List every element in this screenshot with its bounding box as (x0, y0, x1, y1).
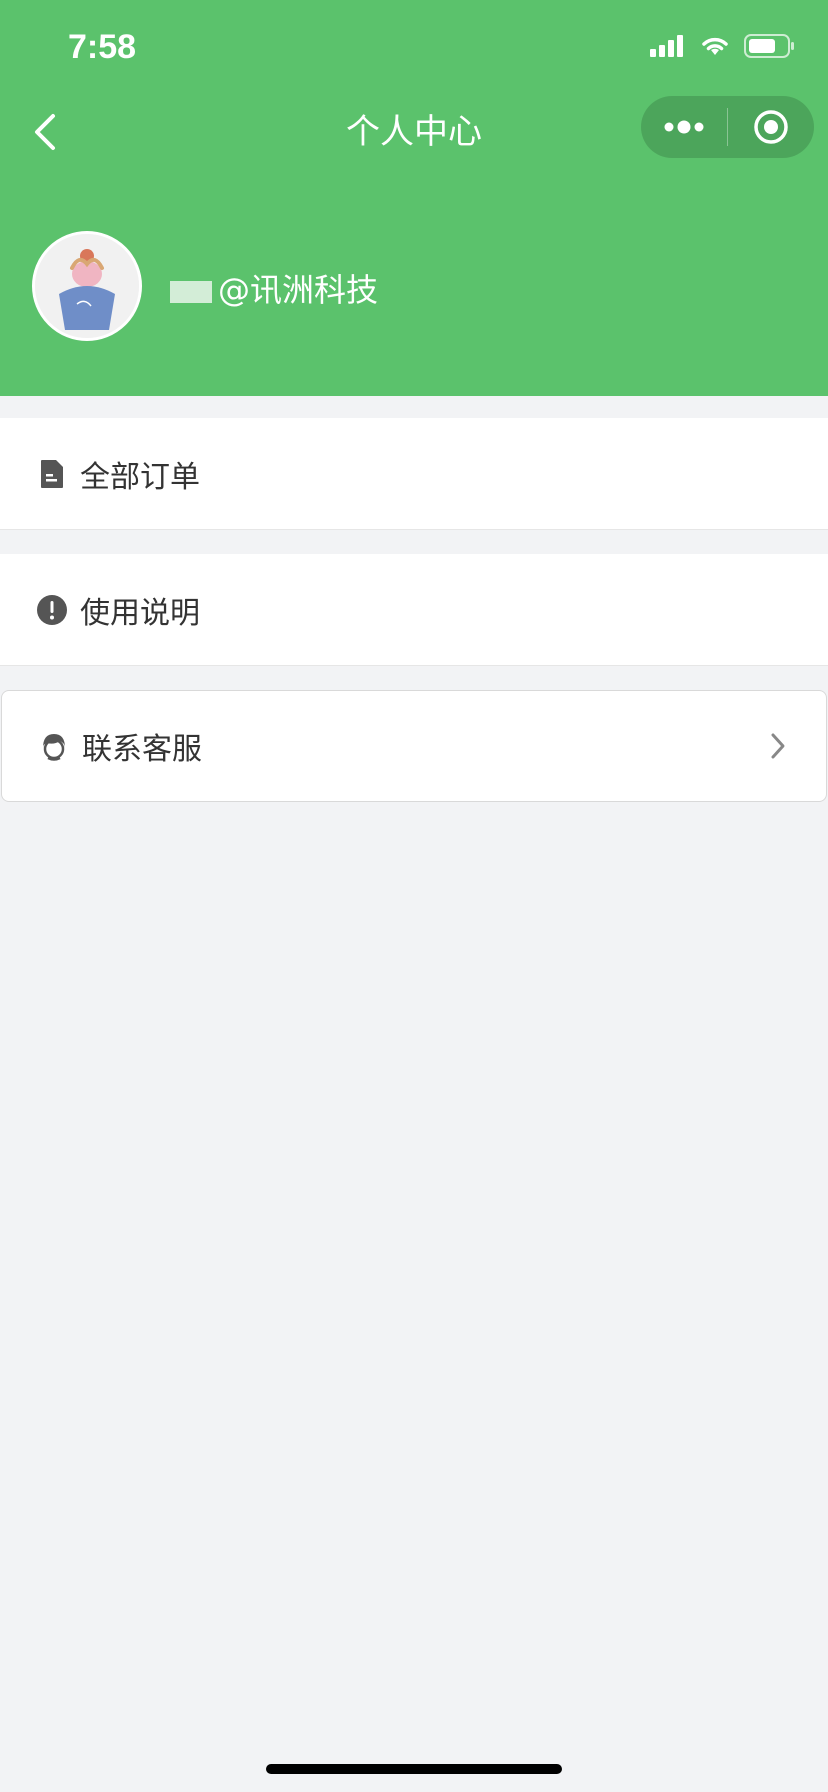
status-time: 7:58 (68, 28, 137, 66)
mini-program-capsule (641, 96, 814, 158)
menu-item-instructions[interactable]: 使用说明 (0, 554, 828, 666)
menu-item-label: 使用说明 (80, 595, 200, 631)
chevron-right-icon (771, 733, 785, 759)
home-indicator[interactable] (266, 1764, 562, 1774)
profile-name: @讯洲科技 (164, 265, 378, 311)
close-button[interactable] (728, 96, 814, 158)
header: 7:58 个人中心 @讯洲科技 (0, 0, 828, 396)
menu-item-all-orders[interactable]: 全部订单 (0, 418, 828, 530)
signal-icon (650, 35, 683, 57)
avatar[interactable] (32, 231, 142, 341)
more-dots-icon (664, 120, 704, 134)
more-button[interactable] (641, 96, 727, 158)
customer-service-icon (43, 734, 65, 761)
battery-icon (744, 34, 794, 58)
menu-item-contact-support[interactable]: 联系客服 (1, 690, 827, 802)
menu-item-label: 联系客服 (82, 732, 202, 767)
redaction-mask (170, 281, 212, 303)
profile-name-suffix: @讯洲科技 (218, 271, 379, 309)
info-circle-icon (37, 594, 67, 625)
status-icons (650, 34, 796, 58)
menu-item-label: 全部订单 (80, 459, 200, 495)
avatar-image (35, 234, 139, 338)
wifi-icon (702, 37, 728, 55)
target-icon (754, 110, 788, 144)
document-icon (41, 459, 63, 488)
